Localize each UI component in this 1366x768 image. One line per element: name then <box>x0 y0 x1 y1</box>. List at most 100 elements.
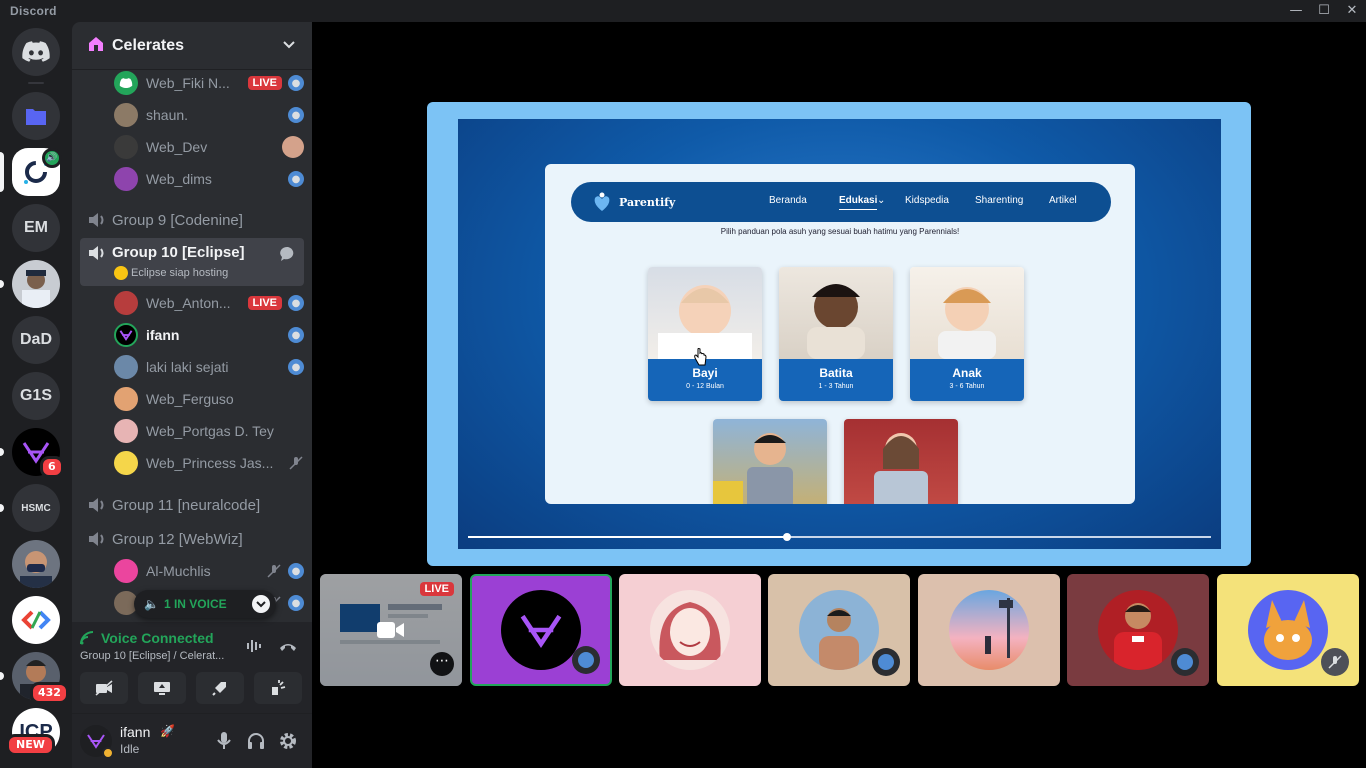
site-logo: Parentify <box>591 191 675 213</box>
channel-sidebar: Celerates Web_Fiki N... LIVE ● shaun. ● … <box>72 22 312 768</box>
activity-icon: ● <box>288 327 304 343</box>
server-avatar-group[interactable] <box>12 260 60 308</box>
more-options-icon[interactable]: ⋯ <box>430 652 454 676</box>
voice-channel-path[interactable]: Group 10 [Eclipse] / Celerat... <box>80 650 224 662</box>
voice-user[interactable]: Web_Portgas D. Tey <box>114 416 304 446</box>
soundboard-button[interactable] <box>254 672 302 704</box>
participant-tile[interactable] <box>619 574 761 686</box>
voice-user[interactable]: ifann ● <box>114 320 304 350</box>
discord-logo-icon <box>22 41 50 62</box>
server-dad[interactable]: DaD <box>12 316 60 364</box>
voice-channel-name: Group 9 [Codenine] <box>112 211 243 229</box>
speaker-icon: 🔊 <box>42 148 62 168</box>
stream-preview-tile[interactable]: LIVE ⋯ <box>320 574 462 686</box>
avatar <box>650 590 730 670</box>
signal-icon <box>80 631 94 645</box>
site-nav-item: Beranda <box>769 195 807 206</box>
participant-tile[interactable] <box>1067 574 1209 686</box>
voice-user[interactable]: Web_Dev <box>114 132 304 162</box>
voice-user[interactable]: Web_Anton... LIVE ● <box>114 288 304 318</box>
close-button[interactable]: ✕ <box>1338 2 1366 20</box>
avatar <box>1248 590 1328 670</box>
settings-button[interactable] <box>276 729 300 753</box>
voice-channel-name: Group 12 [WebWiz] <box>112 530 243 548</box>
participant-tile-ifann[interactable] <box>470 574 612 686</box>
server-hsmc[interactable]: HSMC <box>12 484 60 532</box>
guild-header[interactable]: Celerates <box>72 22 312 70</box>
stream-video: Parentify Beranda Edukasi ⌄ Kidspedia Sh… <box>458 119 1221 549</box>
participant-tile[interactable] <box>918 574 1060 686</box>
live-badge: LIVE <box>247 296 282 310</box>
idle-status-icon <box>102 747 114 759</box>
voice-connected-label: Voice Connected <box>101 630 214 646</box>
speaker-icon <box>88 496 106 514</box>
progress-knob[interactable] <box>783 533 792 541</box>
voice-user[interactable]: Web_Ferguso <box>114 384 304 414</box>
focused-stream[interactable]: Parentify Beranda Edukasi ⌄ Kidspedia Sh… <box>427 102 1251 566</box>
user-panel: ifann 🚀 Idle <box>72 714 312 768</box>
activity-button[interactable] <box>196 672 244 704</box>
server-avatar-person[interactable] <box>12 540 60 588</box>
rocket-icon: 🚀 <box>160 724 175 738</box>
unread-pill <box>0 504 4 512</box>
baby-photo <box>648 267 762 359</box>
noise-suppression-icon[interactable] <box>246 638 264 658</box>
voice-channel-group12[interactable]: Group 12 [WebWiz] <box>80 523 304 555</box>
activity-icon: ● <box>288 295 304 311</box>
voice-user[interactable]: Web_Princess Jas... <box>114 448 304 478</box>
teen-photo <box>844 419 958 504</box>
server-rail: 🔊 EM DaD G1S 6 HSMC 432 ICP NEW <box>0 22 72 768</box>
microphone-icon <box>217 732 231 749</box>
sunglasses-emoji-icon <box>114 266 128 280</box>
site-tagline: Pilih panduan pola asuh yang sesuai buah… <box>720 227 960 236</box>
voice-user[interactable]: Web_dims ● <box>114 164 304 194</box>
voice-user-name: Web_Princess Jas... <box>146 455 274 471</box>
avatar <box>114 103 138 127</box>
site-nav-item: Sharenting <box>975 195 1024 206</box>
server-code-icon[interactable] <box>12 596 60 644</box>
voice-user[interactable]: laki laki sejati ● <box>114 352 304 382</box>
card-subtitle: 0 - 12 Bulan <box>686 383 724 390</box>
voice-user-name: Web_Dev <box>146 139 208 155</box>
activity-icon <box>572 646 600 674</box>
stream-progress-bar[interactable] <box>468 533 1211 541</box>
unread-pill <box>0 672 4 680</box>
user-avatar[interactable] <box>80 725 114 759</box>
headphones-button[interactable] <box>244 729 268 753</box>
in-voice-indicator[interactable]: 🔈 1 IN VOICE <box>134 590 276 618</box>
site-card: Batita 1 - 3 Tahun <box>779 267 893 401</box>
avatar <box>114 323 138 347</box>
stream-stage: Parentify Beranda Edukasi ⌄ Kidspedia Sh… <box>312 22 1366 768</box>
voice-user-name: ifann <box>146 327 180 343</box>
maximize-button[interactable]: ☐ <box>1310 2 1338 20</box>
participant-tile[interactable] <box>1217 574 1359 686</box>
server-g1s[interactable]: G1S <box>12 372 60 420</box>
screen-share-button[interactable] <box>138 672 186 704</box>
voice-user[interactable]: Web_Fiki N... LIVE ● <box>114 71 304 98</box>
site-card: Anak 3 - 6 Tahun <box>910 267 1024 401</box>
voice-user[interactable]: shaun. ● <box>114 100 304 130</box>
server-em[interactable]: EM <box>12 204 60 252</box>
avatar <box>114 71 138 95</box>
voice-channel-group10[interactable]: Group 10 [Eclipse] Eclipse siap hosting <box>80 238 304 286</box>
home-button[interactable] <box>12 28 60 76</box>
minimize-button[interactable]: — <box>1282 2 1310 20</box>
speaker-icon <box>88 530 106 548</box>
camera-off-button[interactable] <box>80 672 128 704</box>
participant-tile[interactable] <box>768 574 910 686</box>
voice-channel-name: Group 10 [Eclipse] <box>112 244 245 261</box>
microphone-button[interactable] <box>212 729 236 753</box>
voice-channel-group11[interactable]: Group 11 [neuralcode] <box>80 489 304 521</box>
chevron-down-icon <box>252 595 270 613</box>
disconnect-icon[interactable] <box>278 638 298 657</box>
folder-icon[interactable] <box>12 92 60 140</box>
voice-user[interactable]: Al-Muchlis ● <box>114 556 304 586</box>
voice-channel-group9[interactable]: Group 9 [Codenine] <box>80 204 304 236</box>
chevron-down-icon[interactable] <box>282 39 296 53</box>
channel-list: Web_Fiki N... LIVE ● shaun. ● Web_Dev We… <box>72 71 312 623</box>
voice-connected-panel: Voice Connected Group 10 [Eclipse] / Cel… <box>72 622 312 714</box>
avatar <box>114 355 138 379</box>
chat-bubble-icon[interactable] <box>280 246 296 266</box>
avatar <box>114 167 138 191</box>
rail-divider <box>28 82 44 84</box>
